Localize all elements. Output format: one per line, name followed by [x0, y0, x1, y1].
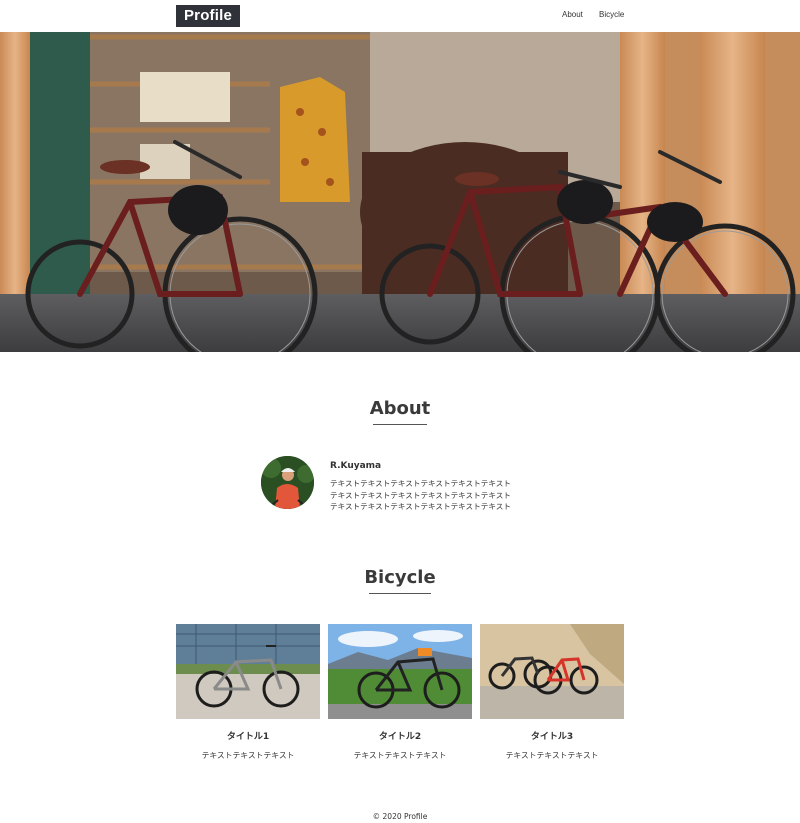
card-text: テキストテキストテキスト	[505, 751, 599, 760]
profile-text-line: テキストテキストテキストテキストテキストテキスト	[330, 479, 511, 488]
site-header: Profile About Bicycle	[0, 0, 800, 32]
card-title: タイトル3	[530, 732, 574, 742]
bicycle-card-1: タイトル1 テキストテキストテキスト	[176, 624, 320, 761]
card-text: テキストテキストテキスト	[353, 751, 447, 760]
about-section-title: About	[0, 398, 800, 425]
card-title: タイトル2	[378, 732, 422, 742]
bicycle-card-2: タイトル2 テキストテキストテキスト	[328, 624, 472, 761]
nav-link-bicycle[interactable]: Bicycle	[599, 10, 624, 19]
about-heading: About	[369, 398, 431, 419]
hero-image	[0, 32, 800, 352]
bicycle-card-3: タイトル3 テキストテキストテキスト	[480, 624, 624, 761]
avatar	[261, 456, 314, 509]
profile-description: テキストテキストテキストテキストテキストテキスト テキストテキストテキストテキス…	[330, 478, 545, 513]
bicycle-image-2	[328, 624, 472, 719]
card-text: テキストテキストテキスト	[201, 751, 295, 760]
bicycle-heading: Bicycle	[364, 567, 436, 588]
bicycle-section-title: Bicycle	[0, 567, 800, 594]
profile-text-line: テキストテキストテキストテキストテキストテキスト	[330, 490, 511, 500]
bicycle-heading-underline	[369, 593, 431, 594]
about-heading-underline	[373, 424, 427, 425]
footer-copyright: © 2020 Profile	[372, 812, 428, 821]
nav-link-about[interactable]: About	[562, 10, 583, 19]
card-title: タイトル1	[226, 732, 270, 742]
profile-name: R.Kuyama	[330, 461, 382, 471]
site-logo[interactable]: Profile	[176, 5, 240, 27]
bicycle-image-1	[176, 624, 320, 719]
bicycle-image-3	[480, 624, 624, 719]
profile-text-line: テキストテキストテキストテキストテキストテキスト	[330, 502, 511, 511]
